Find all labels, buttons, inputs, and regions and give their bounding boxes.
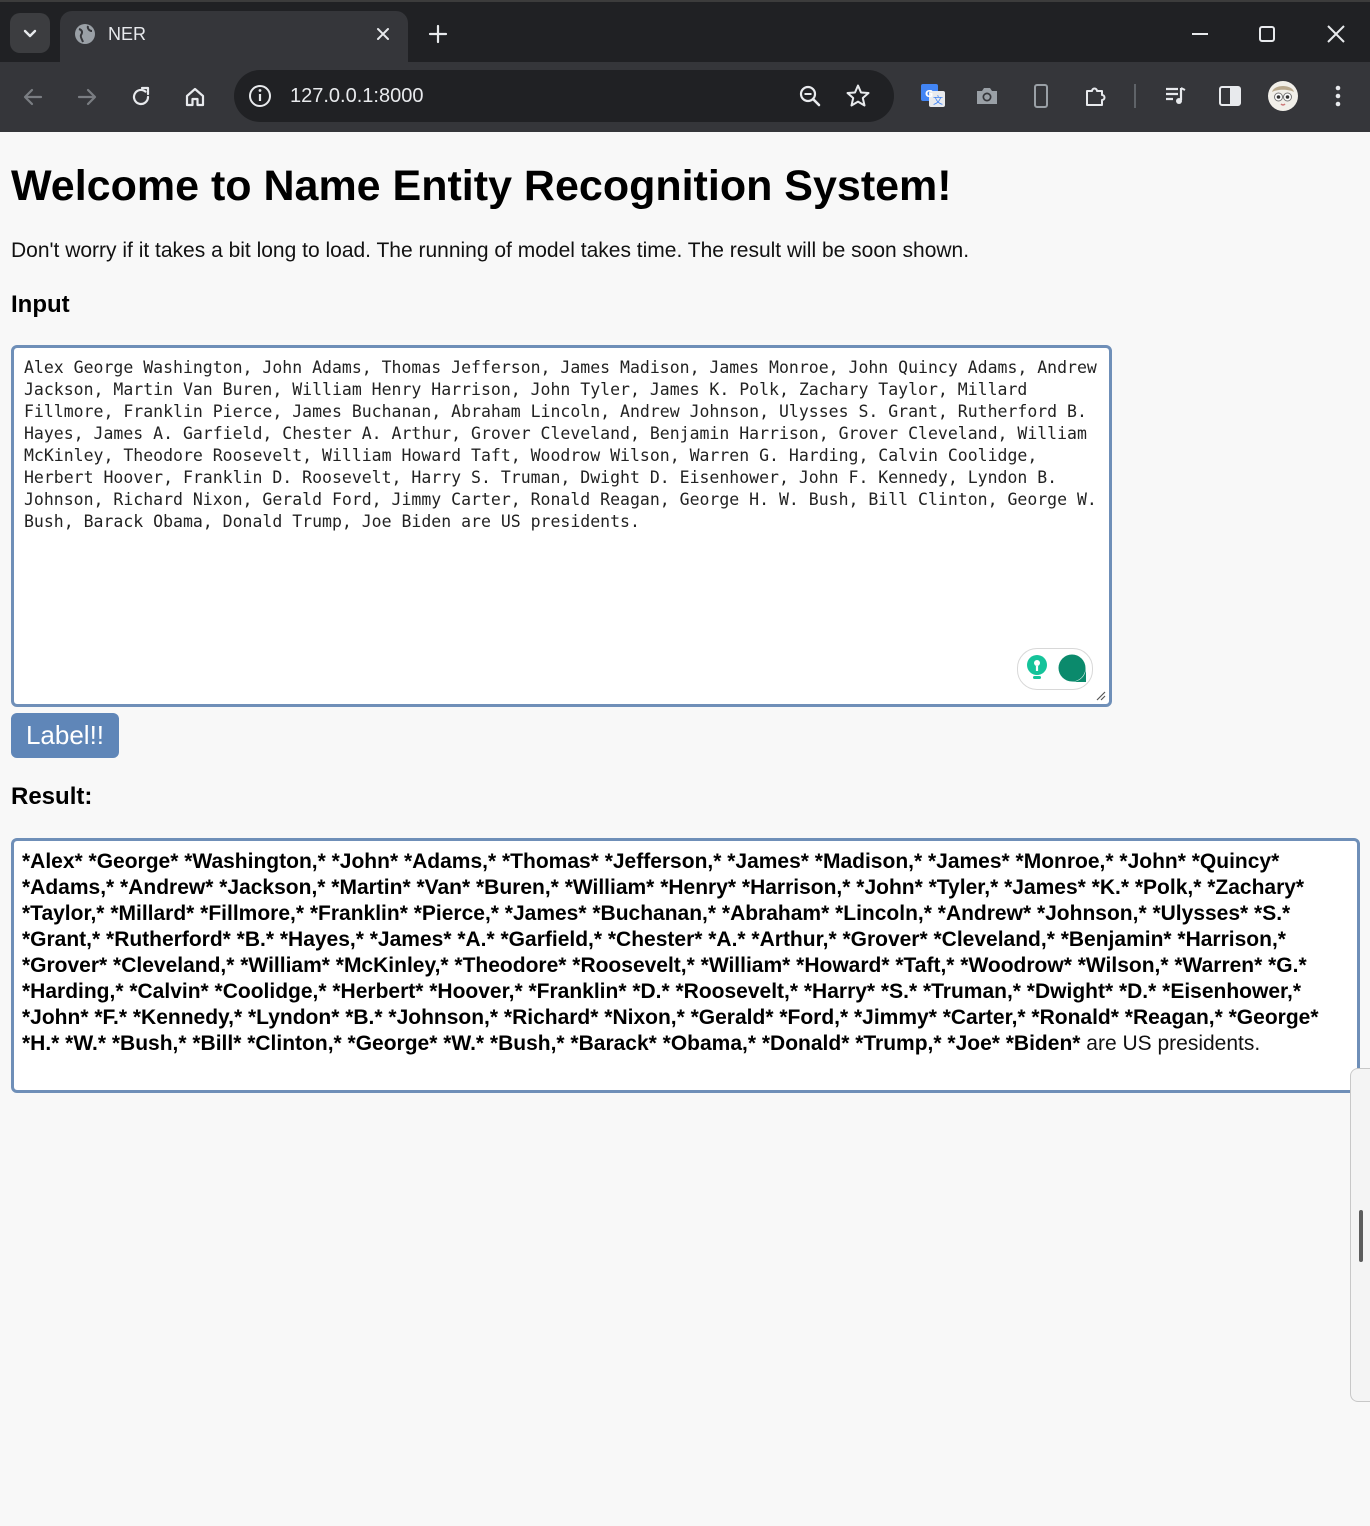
url-text[interactable]: 127.0.0.1:8000 — [290, 84, 423, 108]
media-control-button[interactable] — [1159, 79, 1193, 113]
svg-text:G: G — [925, 89, 933, 100]
browser-toolbar: 127.0.0.1:8000 G文 — [0, 62, 1370, 132]
forward-button[interactable] — [67, 77, 107, 117]
arrow-right-icon — [77, 88, 97, 106]
camera-extension[interactable] — [970, 79, 1004, 113]
media-control-icon — [1166, 87, 1186, 104]
phone-icon — [1034, 84, 1048, 108]
google-translate-icon: G文 — [921, 84, 945, 107]
maximize-icon — [1259, 26, 1275, 42]
zoom-icon[interactable] — [796, 82, 824, 110]
globe-icon — [75, 24, 95, 44]
back-button[interactable] — [13, 77, 53, 117]
close-icon — [377, 28, 389, 40]
address-bar[interactable]: 127.0.0.1:8000 — [234, 70, 894, 122]
google-translate-extension[interactable]: G文 — [916, 79, 950, 113]
maximize-button[interactable] — [1249, 16, 1285, 52]
scrollbar-thumb[interactable] — [1359, 1210, 1363, 1262]
home-icon — [185, 87, 205, 107]
reload-icon — [132, 86, 150, 106]
label-button[interactable]: Label!! — [11, 713, 119, 758]
chevron-down-icon — [23, 29, 37, 38]
reload-button[interactable] — [121, 77, 161, 117]
browser-menu-button[interactable] — [1321, 79, 1355, 113]
page-content: Welcome to Name Entity Recognition Syste… — [0, 132, 1370, 1526]
close-icon — [1327, 25, 1345, 43]
new-tab-button[interactable] — [424, 20, 452, 48]
result-plain-text: are US presidents. — [1080, 1032, 1261, 1055]
result-heading: Result: — [11, 783, 93, 810]
side-panel-button[interactable] — [1213, 79, 1247, 113]
plus-icon — [428, 24, 448, 44]
avatar-icon — [1268, 81, 1298, 111]
grammarly-icon — [1058, 654, 1086, 682]
puzzle-icon — [1086, 87, 1106, 106]
kebab-menu-icon — [1335, 85, 1341, 107]
svg-text:文: 文 — [933, 94, 943, 107]
minimize-icon — [1192, 33, 1208, 35]
phone-extension[interactable] — [1024, 79, 1058, 113]
tab-close-button[interactable] — [372, 23, 394, 45]
side-panel-icon — [1219, 86, 1241, 106]
browser-tab[interactable]: NER — [60, 11, 408, 64]
extensions-button[interactable] — [1079, 79, 1113, 113]
profile-button[interactable] — [1266, 79, 1300, 113]
input-heading: Input — [11, 291, 70, 318]
intro-text: Don't worry if it takes a bit long to lo… — [11, 239, 970, 262]
tab-search-button[interactable] — [10, 13, 50, 53]
result-output: *Alex* *George* *Washington,* *John* *Ad… — [11, 838, 1360, 1093]
tab-title: NER — [108, 24, 147, 44]
toolbar-divider — [1134, 84, 1136, 108]
input-textarea[interactable]: Alex George Washington, John Adams, Thom… — [14, 348, 1109, 704]
star-icon[interactable] — [844, 82, 872, 110]
result-entities: *Alex* *George* *Washington,* *John* *Ad… — [22, 850, 1319, 1055]
info-icon[interactable] — [246, 82, 274, 110]
tab-strip: NER — [0, 0, 1370, 64]
input-container: Alex George Washington, John Adams, Thom… — [11, 345, 1112, 707]
minimize-button[interactable] — [1182, 16, 1218, 52]
page-title: Welcome to Name Entity Recognition Syste… — [11, 162, 952, 210]
resize-handle-icon[interactable] — [1094, 689, 1106, 701]
camera-icon — [977, 88, 997, 104]
window-close-button[interactable] — [1318, 16, 1354, 52]
arrow-left-icon — [23, 88, 43, 106]
lightbulb-icon — [1027, 655, 1047, 679]
home-button[interactable] — [175, 77, 215, 117]
grammarly-widget[interactable] — [1017, 648, 1093, 690]
